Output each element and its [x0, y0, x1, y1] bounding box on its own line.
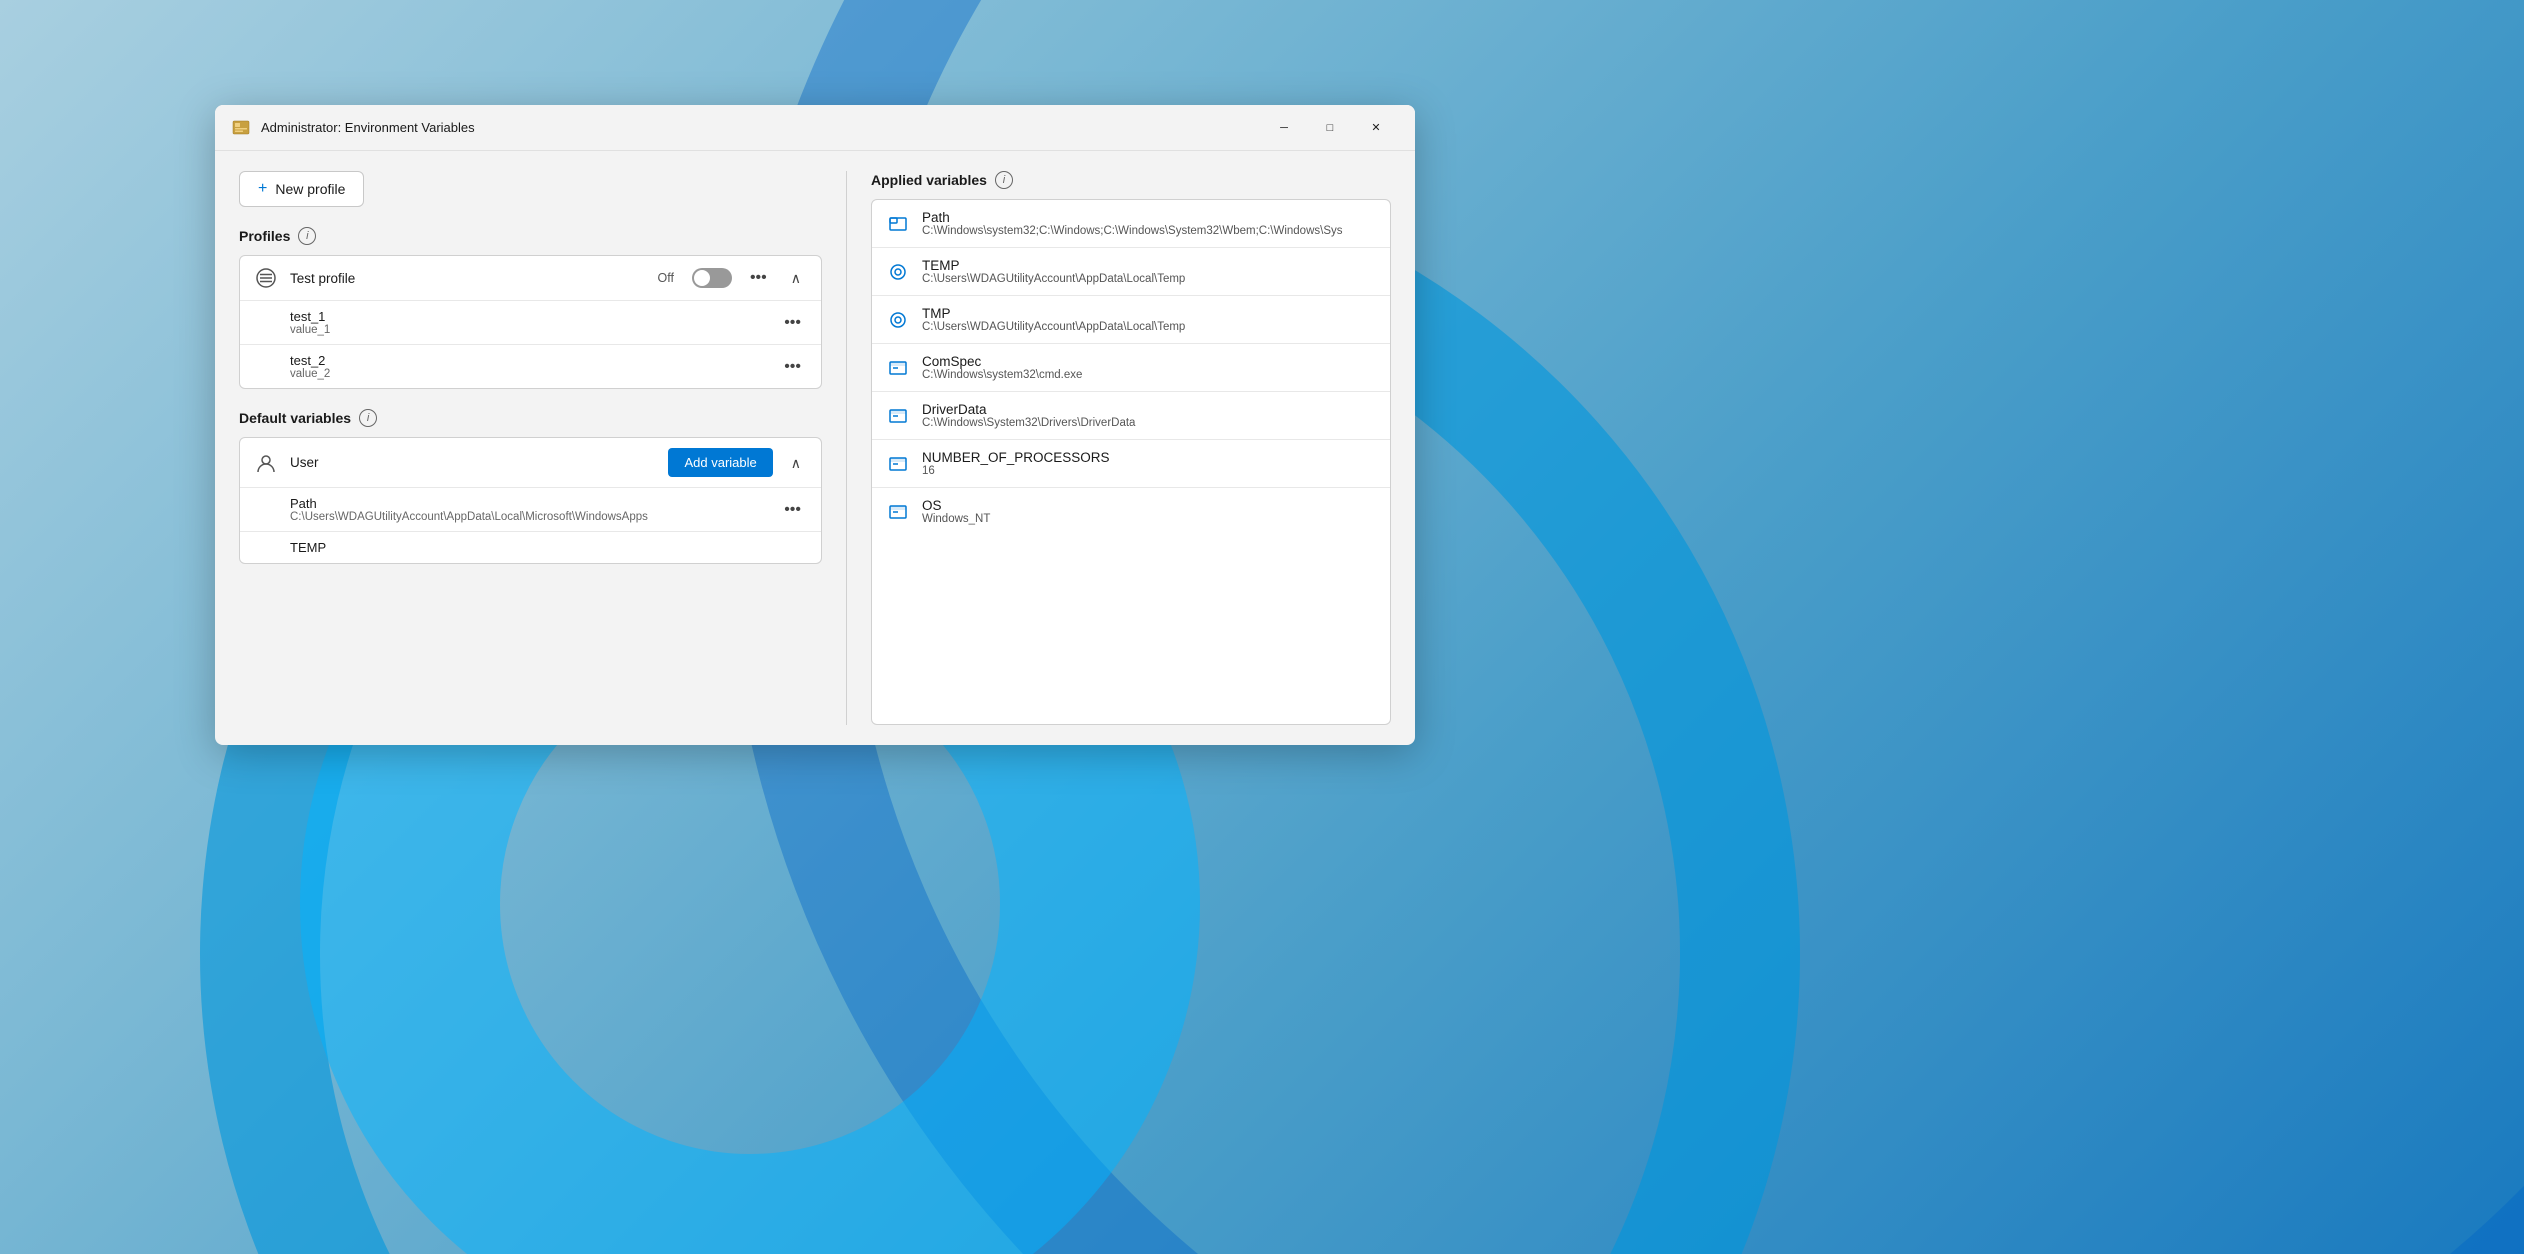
applied-item-temp: TEMP C:\Users\WDAGUtilityAccount\AppData… — [872, 248, 1390, 296]
applied-comspec-name: ComSpec — [922, 354, 1376, 369]
right-panel: Applied variables i Path — [871, 171, 1391, 725]
toggle-knob — [694, 270, 710, 286]
applied-os-info: OS Windows_NT — [922, 498, 1376, 525]
profiles-info-icon[interactable]: i — [298, 227, 316, 245]
default-temp-name: TEMP — [290, 540, 807, 555]
default-variables-list: User Add variable ∧ Path C:\Users\WDAGUt… — [239, 437, 822, 564]
sub-item-2-more-button[interactable]: ••• — [778, 356, 807, 378]
profiles-title: Profiles — [239, 228, 290, 244]
applied-item-path: Path C:\Windows\system32;C:\Windows;C:\W… — [872, 200, 1390, 248]
applied-variables-list: Path C:\Windows\system32;C:\Windows;C:\W… — [871, 199, 1391, 725]
default-path-info: Path C:\Users\WDAGUtilityAccount\AppData… — [290, 496, 766, 523]
sub-item-2-name: test_2 — [290, 353, 766, 368]
user-icon — [254, 451, 278, 475]
applied-variables-section-header: Applied variables i — [871, 171, 1391, 189]
user-row: User Add variable ∧ — [240, 438, 821, 488]
window-icon — [231, 118, 251, 138]
sub-item-1-more-button[interactable]: ••• — [778, 312, 807, 334]
applied-item-comspec: ComSpec C:\Windows\system32\cmd.exe — [872, 344, 1390, 392]
applied-temp-name: TEMP — [922, 258, 1376, 273]
window-content: + New profile Profiles i — [215, 151, 1415, 745]
panel-divider — [846, 171, 847, 725]
profile-more-button[interactable]: ••• — [744, 267, 773, 289]
sub-item-1-name: test_1 — [290, 309, 766, 324]
applied-temp-value: C:\Users\WDAGUtilityAccount\AppData\Loca… — [922, 273, 1362, 285]
profile-sub-row-1: test_1 value_1 ••• — [240, 301, 821, 345]
toggle-off-label: Off — [657, 271, 673, 285]
profile-collapse-button[interactable]: ∧ — [785, 269, 807, 287]
applied-variables-info-icon[interactable]: i — [995, 171, 1013, 189]
applied-item-driverdata: DriverData C:\Windows\System32\Drivers\D… — [872, 392, 1390, 440]
window-controls: ─ □ ✕ — [1261, 112, 1399, 144]
applied-comspec-value: C:\Windows\system32\cmd.exe — [922, 369, 1362, 381]
default-variables-section-header: Default variables i — [239, 409, 822, 427]
applied-os-value: Windows_NT — [922, 513, 1362, 525]
default-variables-info-icon[interactable]: i — [359, 409, 377, 427]
title-bar-text: Administrator: Environment Variables — [261, 120, 1261, 135]
title-bar: Administrator: Environment Variables ─ □… — [215, 105, 1415, 151]
applied-path-name: Path — [922, 210, 1376, 225]
default-temp-row: TEMP — [240, 532, 821, 563]
minimize-button[interactable]: ─ — [1261, 112, 1307, 144]
profiles-section-header: Profiles i — [239, 227, 822, 245]
sub-item-1-info: test_1 value_1 — [290, 309, 766, 336]
applied-tmp-name: TMP — [922, 306, 1376, 321]
new-profile-button[interactable]: + New profile — [239, 171, 364, 207]
applied-comspec-icon — [886, 356, 910, 380]
profile-name: Test profile — [290, 271, 645, 286]
applied-tmp-icon — [886, 308, 910, 332]
applied-variables-title: Applied variables — [871, 172, 987, 188]
profile-row-test: Test profile Off ••• ∧ — [240, 256, 821, 301]
applied-item-tmp: TMP C:\Users\WDAGUtilityAccount\AppData\… — [872, 296, 1390, 344]
applied-item-processors: NUMBER_OF_PROCESSORS 16 — [872, 440, 1390, 488]
applied-item-os: OS Windows_NT — [872, 488, 1390, 535]
applied-driverdata-icon — [886, 404, 910, 428]
add-variable-button[interactable]: Add variable — [668, 448, 772, 477]
applied-path-icon — [886, 212, 910, 236]
applied-driverdata-info: DriverData C:\Windows\System32\Drivers\D… — [922, 402, 1376, 429]
maximize-button[interactable]: □ — [1307, 112, 1353, 144]
left-panel: + New profile Profiles i — [239, 171, 822, 725]
applied-temp-icon — [886, 260, 910, 284]
default-path-more-button[interactable]: ••• — [778, 499, 807, 521]
profile-sub-row-2: test_2 value_2 ••• — [240, 345, 821, 388]
sub-item-1-value: value_1 — [290, 324, 766, 336]
applied-comspec-info: ComSpec C:\Windows\system32\cmd.exe — [922, 354, 1376, 381]
default-variables-title: Default variables — [239, 410, 351, 426]
profile-icon — [254, 266, 278, 290]
applied-processors-name: NUMBER_OF_PROCESSORS — [922, 450, 1376, 465]
new-profile-label: New profile — [275, 181, 345, 197]
applied-temp-info: TEMP C:\Users\WDAGUtilityAccount\AppData… — [922, 258, 1376, 285]
applied-os-name: OS — [922, 498, 1376, 513]
applied-tmp-info: TMP C:\Users\WDAGUtilityAccount\AppData\… — [922, 306, 1376, 333]
applied-processors-value: 16 — [922, 465, 1362, 477]
profiles-list: Test profile Off ••• ∧ test_1 value_1 ••… — [239, 255, 822, 389]
user-label: User — [290, 455, 656, 470]
applied-os-icon — [886, 500, 910, 524]
applied-processors-icon — [886, 452, 910, 476]
default-temp-info: TEMP — [290, 540, 807, 555]
sub-item-2-value: value_2 — [290, 368, 766, 380]
applied-tmp-value: C:\Users\WDAGUtilityAccount\AppData\Loca… — [922, 321, 1362, 333]
applied-path-value: C:\Windows\system32;C:\Windows;C:\Window… — [922, 225, 1362, 237]
applied-driverdata-name: DriverData — [922, 402, 1376, 417]
default-path-value: C:\Users\WDAGUtilityAccount\AppData\Loca… — [290, 511, 766, 523]
plus-icon: + — [258, 180, 267, 198]
main-window: Administrator: Environment Variables ─ □… — [215, 105, 1415, 745]
applied-path-info: Path C:\Windows\system32;C:\Windows;C:\W… — [922, 210, 1376, 237]
applied-processors-info: NUMBER_OF_PROCESSORS 16 — [922, 450, 1376, 477]
user-collapse-button[interactable]: ∧ — [785, 454, 807, 472]
profile-toggle[interactable] — [692, 268, 732, 288]
applied-driverdata-value: C:\Windows\System32\Drivers\DriverData — [922, 417, 1362, 429]
default-path-row: Path C:\Users\WDAGUtilityAccount\AppData… — [240, 488, 821, 532]
sub-item-2-info: test_2 value_2 — [290, 353, 766, 380]
default-path-name: Path — [290, 496, 766, 511]
close-button[interactable]: ✕ — [1353, 112, 1399, 144]
